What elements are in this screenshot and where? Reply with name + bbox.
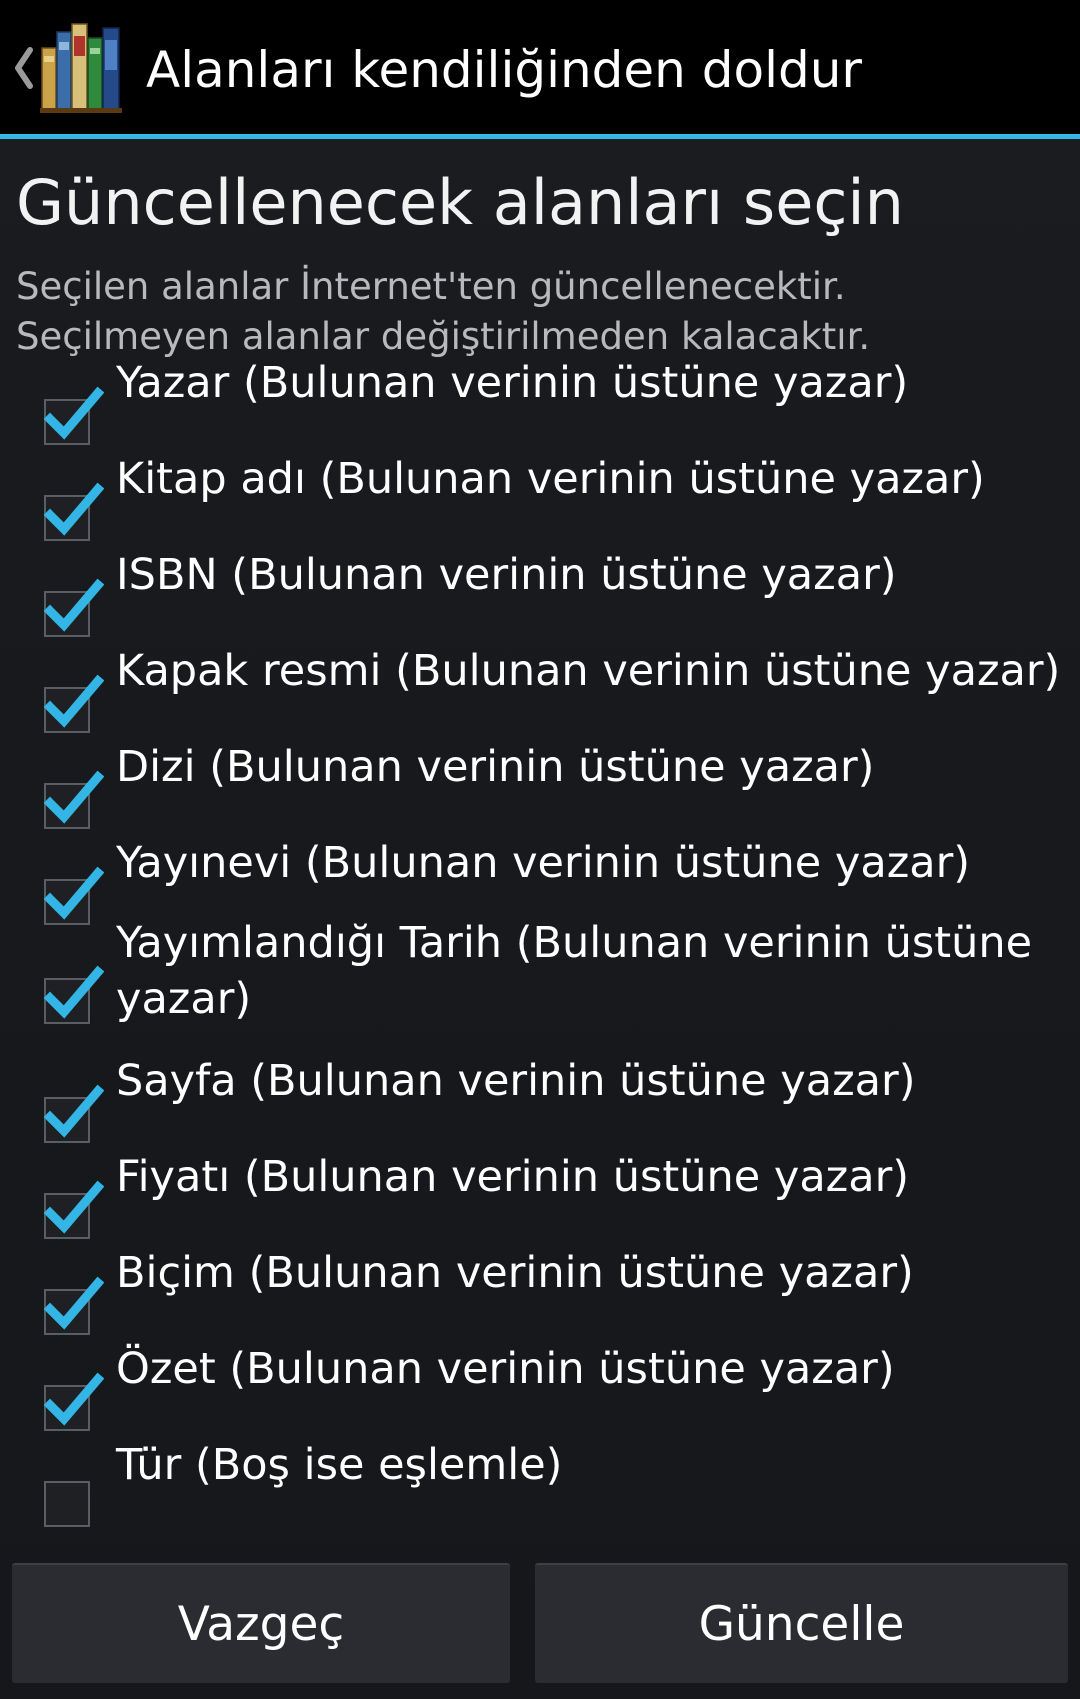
field-label: Yayınevi (Bulunan verinin üstüne yazar) — [116, 838, 971, 888]
check-mark-icon — [43, 1372, 104, 1426]
field-label: Özet (Bulunan verinin üstüne yazar) — [116, 1344, 895, 1394]
cancel-button[interactable]: Vazgeç — [12, 1563, 510, 1683]
action-bar: Alanları kendiliğinden doldur — [0, 0, 1080, 139]
action-bar-title: Alanları kendiliğinden doldur — [146, 41, 862, 99]
checkbox-checked[interactable] — [43, 386, 104, 445]
field-label: Yazar (Bulunan verinin üstüne yazar) — [116, 358, 909, 408]
chevron-left-icon[interactable] — [10, 38, 36, 98]
update-button[interactable]: Güncelle — [535, 1563, 1068, 1683]
app-books-icon[interactable] — [40, 18, 128, 114]
field-label: Sayfa (Bulunan verinin üstüne yazar) — [116, 1056, 916, 1106]
check-mark-icon — [43, 1276, 104, 1330]
check-mark-icon — [43, 482, 104, 536]
checkbox-checked[interactable] — [43, 1180, 104, 1239]
checkbox-checked[interactable] — [43, 674, 104, 733]
check-mark-icon — [43, 1180, 104, 1234]
field-label: Kapak resmi (Bulunan verinin üstüne yaza… — [116, 646, 1061, 696]
checkbox-checked[interactable] — [43, 965, 104, 1024]
check-mark-icon — [43, 866, 104, 920]
checkbox-unchecked[interactable] — [44, 1481, 90, 1527]
check-mark-icon — [43, 1084, 104, 1138]
field-label: Dizi (Bulunan verinin üstüne yazar) — [116, 742, 875, 792]
checkbox-checked[interactable] — [43, 1084, 104, 1143]
checkbox-checked[interactable] — [43, 482, 104, 541]
dialog-description: Seçilen alanlar İnternet'ten güncellenec… — [16, 265, 871, 358]
check-mark-icon — [43, 770, 104, 824]
field-label: Tür (Boş ise eşlemle) — [116, 1440, 563, 1490]
field-label: ISBN (Bulunan verinin üstüne yazar) — [116, 550, 897, 600]
checkbox-checked[interactable] — [43, 1276, 104, 1335]
checkbox-checked[interactable] — [43, 770, 104, 829]
dialog-heading: Güncellenecek alanları seçin — [16, 166, 904, 239]
check-mark-icon — [43, 674, 104, 728]
field-label: Fiyatı (Bulunan verinin üstüne yazar) — [116, 1152, 910, 1202]
action-bar-divider — [0, 134, 1080, 139]
field-label: Yayımlandığı Tarih (Bulunan verinin üstü… — [116, 918, 1033, 1024]
check-mark-icon — [43, 578, 104, 632]
field-label: Kitap adı (Bulunan verinin üstüne yazar) — [116, 454, 985, 504]
checkbox-checked[interactable] — [43, 1372, 104, 1431]
check-mark-icon — [43, 965, 104, 1019]
checkbox-checked[interactable] — [43, 866, 104, 925]
check-mark-icon — [43, 386, 104, 440]
screen: Alanları kendiliğinden doldur Güncellene… — [0, 0, 1080, 1699]
checkbox-checked[interactable] — [43, 578, 104, 637]
field-label: Biçim (Bulunan verinin üstüne yazar) — [116, 1248, 914, 1298]
button-bar: Vazgeç Güncelle — [0, 1561, 1080, 1699]
